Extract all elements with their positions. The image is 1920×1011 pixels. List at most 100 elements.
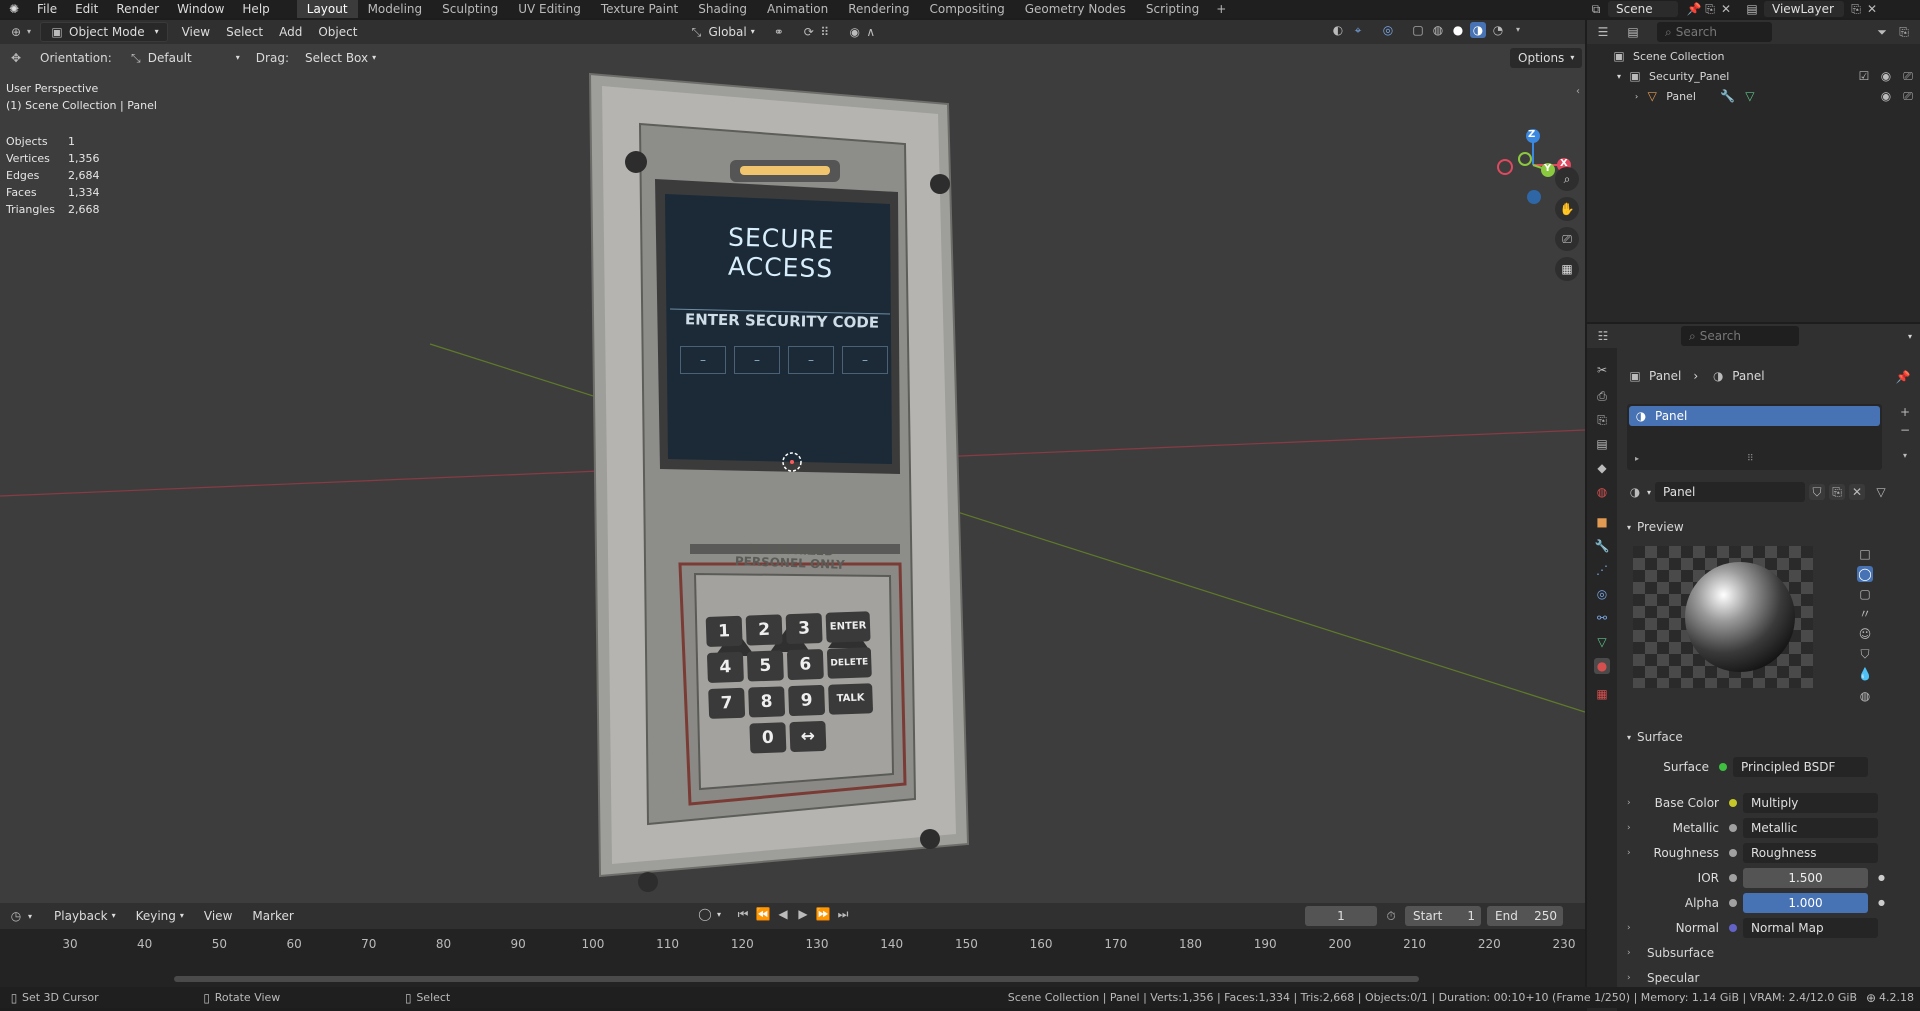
material-slot-item[interactable]: ◑ Panel [1629, 406, 1880, 426]
outliner-row-security-panel[interactable]: ▾ ▣ Security_Panel ☑ ◉ ⎚ [1587, 66, 1920, 86]
unlink-material-icon[interactable]: ✕ [1849, 484, 1866, 500]
preview-header[interactable]: ▾ Preview [1627, 520, 1684, 534]
view-layer-icon[interactable]: ▤ [1744, 1, 1760, 17]
tab-animation[interactable]: Animation [757, 0, 838, 18]
pin-icon[interactable]: 📌 [1895, 369, 1911, 385]
xray-icon[interactable]: ▢ [1410, 22, 1426, 38]
snap-grid-icon[interactable]: ⠿ [817, 24, 833, 40]
preview-world-icon[interactable]: ◍ [1857, 688, 1873, 704]
outliner-editor-icon[interactable]: ☰ [1595, 24, 1611, 40]
outliner-row-scene-collection[interactable]: ▣ Scene Collection [1587, 46, 1920, 66]
timeline-scrollbar[interactable] [174, 976, 1419, 982]
tool-tab-icon[interactable]: ✂ [1594, 362, 1610, 378]
scene-icon[interactable]: ⧉ [1588, 1, 1604, 17]
key-arrow[interactable]: ↔ [789, 720, 827, 753]
socket-dot-icon[interactable] [1729, 848, 1737, 857]
socket-dot-icon[interactable] [1729, 898, 1737, 907]
tab-modeling[interactable]: Modeling [358, 0, 433, 18]
material-browse-icon[interactable]: ◑ [1627, 484, 1643, 500]
roughness-field[interactable]: Roughness [1743, 842, 1878, 863]
chevron-right-icon[interactable]: › [1635, 92, 1638, 101]
constraints-tab-icon[interactable]: ⚯ [1594, 610, 1610, 626]
tab-uv-editing[interactable]: UV Editing [508, 0, 591, 18]
preview-cloth-icon[interactable]: ⛉ [1857, 646, 1873, 662]
move-tool-icon[interactable]: ✥ [8, 50, 24, 66]
new-view-layer-icon[interactable]: ⎘ [1848, 1, 1864, 17]
tab-geometry-nodes[interactable]: Geometry Nodes [1015, 0, 1136, 18]
normal-field[interactable]: Normal Map [1743, 917, 1878, 938]
visibility-icon[interactable]: ◐ [1330, 22, 1346, 38]
properties-search-input[interactable]: ⌕ Search [1681, 326, 1799, 346]
add-slot-icon[interactable]: + [1897, 404, 1913, 420]
preview-cube-icon[interactable]: ▢ [1857, 586, 1873, 602]
camera-icon[interactable]: ⎚ [1900, 68, 1916, 84]
eye-icon[interactable]: ◉ [1878, 68, 1894, 84]
material-tab-icon[interactable]: ● [1594, 658, 1610, 674]
key-5[interactable]: 5 [746, 650, 784, 682]
resize-handle-icon[interactable]: ⠿ [1747, 454, 1754, 464]
fake-user-icon[interactable]: ⛉ [1809, 484, 1826, 500]
preview-fluid-icon[interactable]: 💧 [1857, 666, 1873, 682]
preview-hair-icon[interactable]: 〃 [1857, 606, 1873, 622]
snap-icon[interactable]: ⟳ [801, 24, 817, 40]
material-shading-icon[interactable]: ◑ [1470, 22, 1486, 38]
add-workspace-icon[interactable]: + [1213, 1, 1229, 17]
pivot-icon[interactable]: ⚭ [771, 24, 787, 40]
keyframe-dot-icon[interactable]: ● [1878, 873, 1885, 882]
tab-rendering[interactable]: Rendering [838, 0, 919, 18]
security-panel-model[interactable] [588, 72, 970, 892]
delete-view-layer-icon[interactable]: ✕ [1864, 1, 1880, 17]
filter-icon[interactable]: ⏷ [1874, 24, 1890, 40]
key-1[interactable]: 1 [705, 615, 743, 647]
surface-header[interactable]: ▾ Surface [1627, 730, 1683, 744]
particles-tab-icon[interactable]: ⋰ [1594, 562, 1610, 578]
pan-hand-icon[interactable]: ✋ [1555, 197, 1579, 221]
physics-tab-icon[interactable]: ◎ [1594, 586, 1610, 602]
object-tab-icon[interactable]: ■ [1594, 514, 1610, 530]
overlay-icon[interactable]: ◎ [1380, 22, 1396, 38]
editor-type-icon[interactable]: ⊕ [8, 24, 24, 40]
proportional-edit-icon[interactable]: ◉ [847, 24, 863, 40]
alpha-slider[interactable]: 1.000 [1743, 892, 1868, 913]
new-scene-icon[interactable]: ⎘ [1702, 1, 1718, 17]
keyframe-dot-icon[interactable]: ● [1878, 898, 1885, 907]
menu-edit[interactable]: Edit [66, 0, 107, 18]
mode-dropdown[interactable]: ▣ Object Mode ▾ [40, 22, 168, 42]
texture-tab-icon[interactable]: ▦ [1594, 686, 1610, 702]
render-tab-icon[interactable]: ⎙ [1594, 388, 1610, 404]
tab-scripting[interactable]: Scripting [1136, 0, 1209, 18]
view-layer-field[interactable]: ViewLayer [1764, 1, 1844, 17]
surface-shader-field[interactable]: Principled BSDF [1733, 756, 1868, 777]
eye-icon[interactable]: ◉ [1878, 88, 1894, 104]
camera-icon[interactable]: ⎚ [1555, 227, 1579, 251]
preview-flat-icon[interactable]: □ [1857, 546, 1873, 562]
key-enter[interactable]: ENTER [825, 611, 871, 643]
new-collection-icon[interactable]: ⎘ [1896, 24, 1912, 40]
camera-icon[interactable]: ⎚ [1900, 88, 1916, 104]
key-9[interactable]: 9 [788, 684, 826, 717]
ior-slider[interactable]: 1.500 [1743, 867, 1868, 888]
modifier-tab-icon[interactable]: 🔧 [1594, 538, 1610, 554]
menu-help[interactable]: Help [233, 0, 278, 18]
3d-viewport[interactable]: Z X Y ⌕ ✋ ⎚ ▦ ‹ ✥ Orientation: ⤡ Default… [0, 44, 1585, 903]
orientation-dropdown[interactable]: ⤡ Default ▾ [120, 48, 248, 68]
socket-dot-icon[interactable] [1729, 823, 1737, 832]
solid-shading-icon[interactable]: ● [1450, 22, 1466, 38]
timeline-ruler[interactable]: 30 40 50 60 70 80 90 100 110 120 130 140 150 160 170 18… [0, 903, 1585, 987]
key-8[interactable]: 8 [748, 686, 786, 718]
delete-scene-icon[interactable]: ✕ [1718, 1, 1734, 17]
view-menu[interactable]: View [174, 22, 218, 42]
base-color-field[interactable]: Multiply [1743, 792, 1878, 813]
outliner-search-input[interactable]: ⌕ Search [1657, 22, 1772, 42]
socket-dot-icon[interactable] [1729, 923, 1737, 932]
key-delete[interactable]: DELETE [826, 647, 872, 679]
menu-render[interactable]: Render [107, 0, 168, 18]
expand-icon[interactable]: ▸ [1635, 454, 1639, 463]
duplicate-material-icon[interactable]: ⎘ [1829, 484, 1846, 500]
tab-texture-paint[interactable]: Texture Paint [591, 0, 688, 18]
remove-slot-icon[interactable]: − [1897, 422, 1913, 438]
socket-dot-icon[interactable] [1719, 762, 1727, 771]
key-talk[interactable]: TALK [828, 683, 874, 715]
preview-sphere-icon[interactable]: ◯ [1857, 566, 1873, 582]
chevron-right-icon[interactable]: › [1627, 923, 1637, 933]
